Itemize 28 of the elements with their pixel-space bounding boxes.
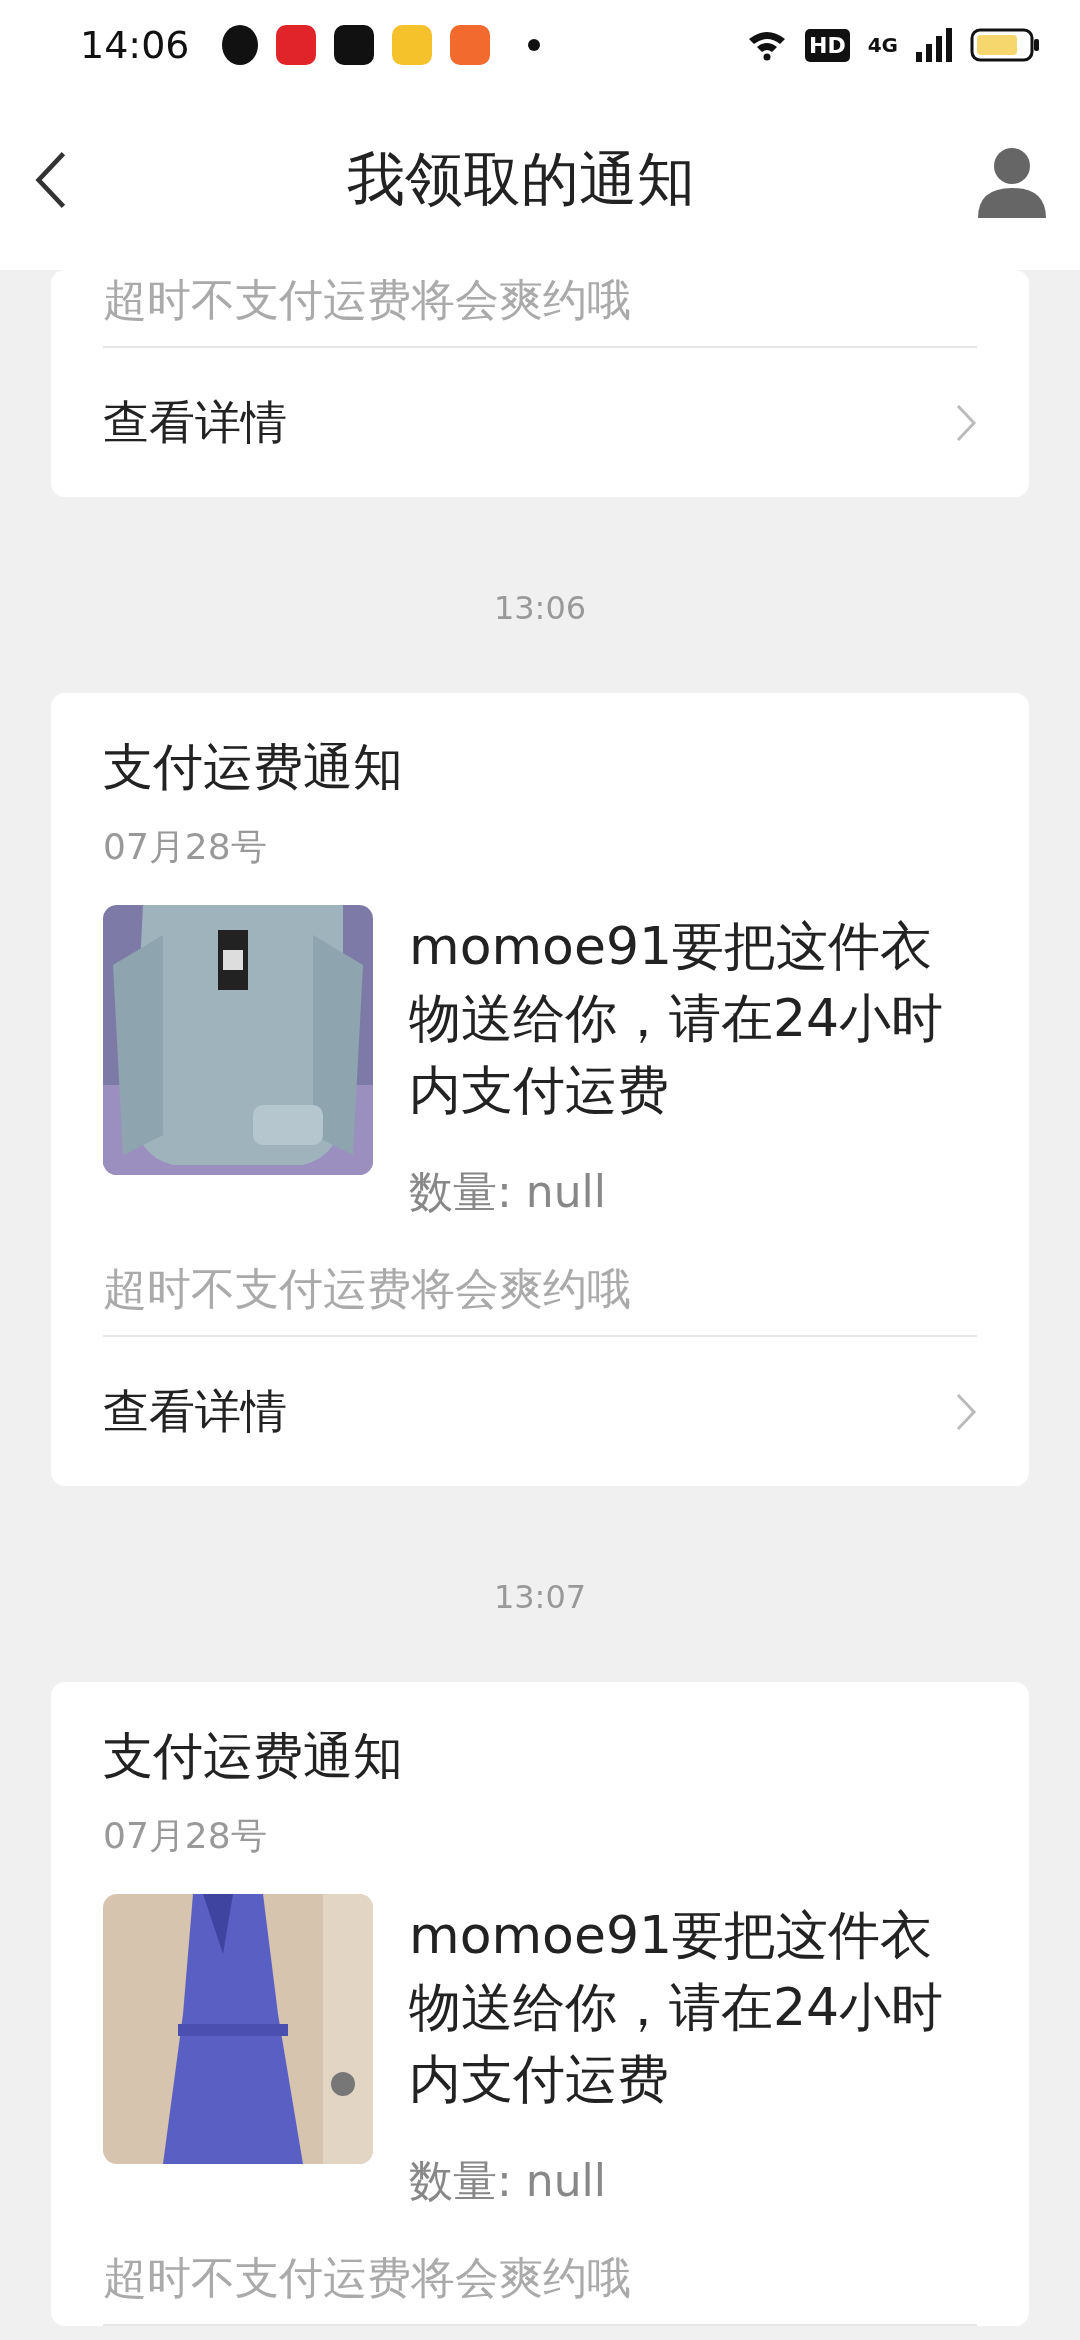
notification-date: 07月28号: [103, 1814, 268, 1858]
signal-icon: [916, 28, 952, 62]
status-time: 14:06: [80, 23, 190, 67]
timeout-note: 超时不支付运费将会爽约哦: [103, 270, 977, 348]
timeout-note: 超时不支付运费将会爽约哦: [103, 2248, 977, 2326]
message-time: 13:07: [493, 1577, 587, 1618]
view-details-link[interactable]: 查看详情: [103, 348, 977, 497]
notification-title: 支付运费通知: [103, 1726, 404, 1786]
chevron-right-icon: [955, 1391, 977, 1432]
app-icon: [333, 25, 374, 65]
page-title: 我领取的通知: [347, 144, 696, 215]
app-icon: [275, 25, 316, 65]
quantity-text: 数量: null: [409, 1165, 608, 1219]
timeout-note: 超时不支付运费将会爽约哦: [103, 1259, 977, 1337]
notification-message: momoe91要把这件衣物送给你，请在24小时内支付运费: [409, 1904, 945, 2111]
app-icon: [449, 25, 490, 65]
message-time: 13:06: [493, 588, 587, 629]
notification-message: momoe91要把这件衣物送给你，请在24小时内支付运费: [409, 915, 945, 1122]
battery-icon: [970, 28, 1040, 62]
hd-badge: HD: [804, 28, 850, 62]
chevron-right-icon: [955, 402, 977, 443]
notification-title: 支付运费通知: [103, 737, 404, 797]
notification-dot-icon: [527, 39, 540, 51]
view-details-link[interactable]: 查看详情: [103, 1337, 977, 1486]
app-icon: [391, 25, 432, 65]
notification-date: 07月28号: [103, 825, 268, 869]
quantity-text: 数量: null: [409, 2154, 608, 2208]
network-label: 4G: [867, 33, 898, 57]
